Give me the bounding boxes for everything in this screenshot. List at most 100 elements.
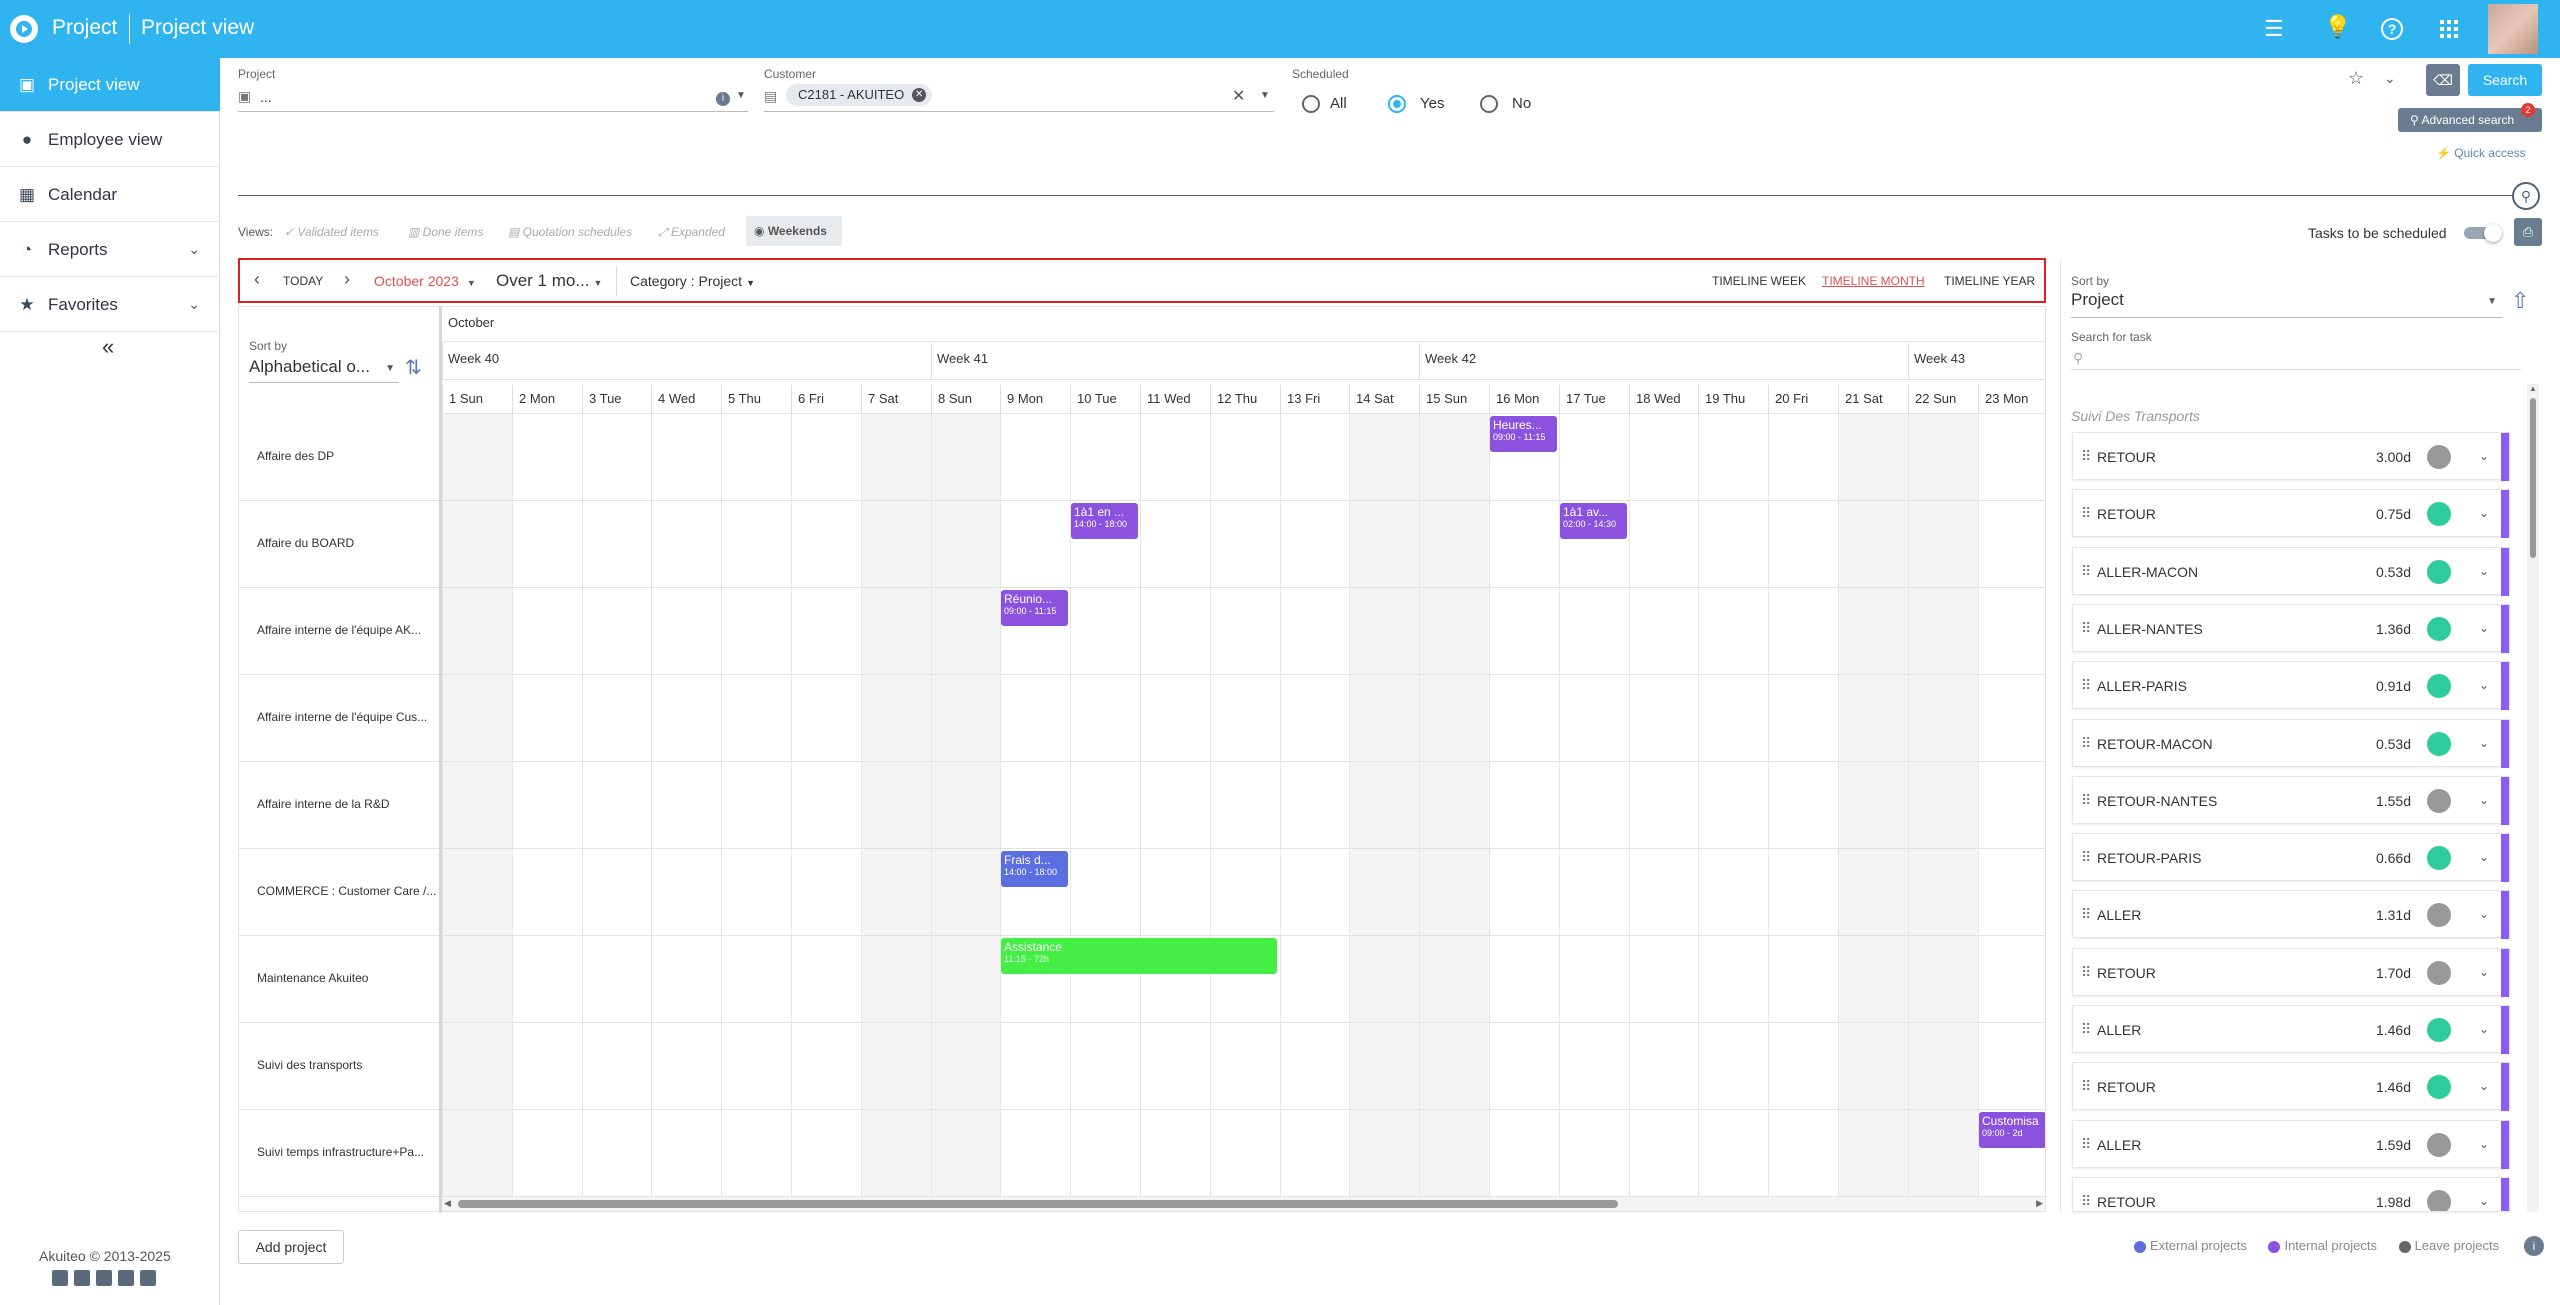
timeline-week-button[interactable]: TIMELINE WEEK [1712,274,1806,288]
chevron-down-icon[interactable]: ⌄ [2479,1079,2489,1093]
chip-remove-icon[interactable]: ✕ [912,88,927,102]
social-icon[interactable] [96,1270,112,1286]
chevron-down-icon[interactable]: ⌄ [2479,965,2489,979]
drag-handle-icon[interactable]: ⠿ [2081,849,2091,866]
scroll-right-icon[interactable]: ▶ [2036,1198,2043,1209]
info-icon[interactable]: i [2524,1236,2544,1256]
drag-handle-icon[interactable]: ⠿ [2081,1136,2091,1153]
scheduled-yes-radio[interactable]: Yes [1388,95,1444,114]
project-row-label[interactable]: Affaire interne de l'équipe AK... [239,623,439,637]
chevron-down-icon[interactable]: ⌄ [2479,793,2489,807]
chevron-down-icon[interactable]: ⌄ [2384,70,2396,87]
chevron-down-icon[interactable]: ⌄ [2479,850,2489,864]
view-quotation-schedules[interactable]: ▤ Quotation schedules [508,225,632,239]
star-icon[interactable]: ☆ [2348,68,2364,89]
chevron-down-icon[interactable]: ⌄ [2479,736,2489,750]
task-item[interactable]: ⠿ ALLER-MACON 0.53d ⌄ [2072,547,2510,596]
chevron-down-icon[interactable]: ⌄ [2479,506,2489,520]
calendar-event[interactable]: 1à1 en ... 14:00 - 18:00 [1071,503,1138,539]
task-item[interactable]: ⠿ RETOUR 1.46d ⌄ [2072,1062,2510,1111]
search-button[interactable]: Search [2468,64,2542,96]
calendar-event[interactable]: 1à1 av... 02:00 - 14:30 [1560,503,1627,539]
radio-button[interactable] [1388,95,1406,114]
scrollbar-thumb[interactable] [458,1200,1618,1208]
drag-handle-icon[interactable]: ⠿ [2081,1021,2091,1038]
task-item[interactable]: ⠿ ALLER 1.46d ⌄ [2072,1005,2510,1054]
task-item[interactable]: ⠿ ALLER-NANTES 1.36d ⌄ [2072,604,2510,653]
chevron-down-icon[interactable]: ⌄ [2479,621,2489,635]
info-icon[interactable]: i [716,92,730,106]
task-item[interactable]: ⠿ RETOUR-NANTES 1.55d ⌄ [2072,776,2510,825]
drag-handle-icon[interactable]: ⠿ [2081,906,2091,923]
chevron-down-icon[interactable]: ⌄ [2479,907,2489,921]
task-item[interactable]: ⠿ RETOUR 0.75d ⌄ [2072,489,2510,538]
help-icon[interactable]: ? [2381,18,2403,40]
eraser-button[interactable]: ⌫ [2426,64,2460,96]
chevron-down-icon[interactable]: ⌄ [2479,1022,2489,1036]
social-icon[interactable] [140,1270,156,1286]
panel-sort-select[interactable]: Project ▼ [2071,290,2503,318]
sidebar-item-favorites[interactable]: ★ Favorites ⌄ [0,278,220,332]
scrollbar-thumb[interactable] [2530,398,2536,558]
project-filter-field[interactable]: ▣ ... i ▼ [238,84,748,112]
calendar-event[interactable]: Heures... 09:00 - 11:15 [1490,416,1557,452]
month-selector[interactable]: October 2023 ▼ [374,273,476,289]
view-done-items[interactable]: ▥ Done items [408,225,483,239]
next-arrow-icon[interactable]: › [344,269,350,290]
print-button[interactable]: ⎙ [2514,218,2542,246]
drag-handle-icon[interactable]: ⠿ [2081,1078,2091,1095]
calendar-event[interactable]: Assistance 11:15 - 72h [1001,938,1277,974]
project-row-label[interactable]: Suivi temps infrastructure+Pa... [239,1145,439,1159]
lightbulb-icon[interactable]: 💡 [2324,14,2351,40]
sidebar-item-reports[interactable]: ◔ Reports ⌄ [0,223,220,277]
sidebar-item-project-view[interactable]: ▣ Project view [0,58,220,112]
scroll-up-icon[interactable]: ▲ [2529,384,2537,393]
scheduled-no-radio[interactable]: No [1480,95,1531,114]
drag-handle-icon[interactable]: ⠿ [2081,677,2091,694]
drag-handle-icon[interactable]: ⠿ [2081,505,2091,522]
apps-grid-icon[interactable] [2440,20,2458,38]
task-search-input[interactable]: ⚲ [2071,346,2521,370]
chevron-down-icon[interactable]: ⌄ [2479,678,2489,692]
scroll-left-icon[interactable]: ◀ [444,1198,451,1209]
view-expanded[interactable]: ⤢ Expanded [658,225,725,240]
drag-handle-icon[interactable]: ⠿ [2081,448,2091,465]
today-button[interactable]: TODAY [283,274,323,288]
calendar-event[interactable]: Frais d... 14:00 - 18:00 [1001,851,1068,887]
sidebar-item-employee-view[interactable]: ● Employee view [0,113,220,167]
panel-scrollbar[interactable]: ▲ [2527,384,2539,1212]
timeline-month-button[interactable]: TIMELINE MONTH [1822,274,1925,288]
drag-handle-icon[interactable]: ⠿ [2081,792,2091,809]
radio-button[interactable] [1480,95,1498,114]
project-row-label[interactable]: Affaire du BOARD [239,536,439,550]
chevron-down-icon[interactable]: ⌄ [2479,1194,2489,1208]
drag-handle-icon[interactable]: ⠿ [2081,1193,2091,1210]
project-row-label[interactable]: Suivi des transports [239,1058,439,1072]
chevron-down-icon[interactable]: ⌄ [2479,449,2489,463]
task-item[interactable]: ⠿ RETOUR 3.00d ⌄ [2072,432,2510,481]
avatar[interactable] [2488,4,2538,54]
social-icon[interactable] [118,1270,134,1286]
task-item[interactable]: ⠿ RETOUR-PARIS 0.66d ⌄ [2072,833,2510,882]
view-validated-items[interactable]: ✓ Validated items [284,225,379,239]
calendar-event[interactable]: Réunio... 09:00 - 11:15 [1001,590,1068,626]
drag-handle-icon[interactable]: ⠿ [2081,620,2091,637]
social-icon[interactable] [74,1270,90,1286]
dropdown-caret-icon[interactable]: ▼ [736,90,746,101]
calendar-event[interactable]: Customisa 09:00 - 2d [1979,1112,2045,1148]
chevron-down-icon[interactable]: ⌄ [2479,1137,2489,1151]
dropdown-caret-icon[interactable]: ▼ [1260,90,1270,101]
drag-handle-icon[interactable]: ⠿ [2081,735,2091,752]
app-logo-icon[interactable] [10,15,38,43]
project-row-label[interactable]: Affaire des DP [239,449,439,463]
collapse-sidebar-icon[interactable]: « [102,334,114,360]
project-row-label[interactable]: Affaire interne de l'équipe Cus... [239,710,439,724]
task-item[interactable]: ⠿ ALLER 1.59d ⌄ [2072,1120,2510,1169]
sort-ascending-icon[interactable]: ⇧ [2511,288,2529,314]
filters-icon[interactable]: ☰ [2264,16,2284,42]
view-weekends[interactable]: ◉ Weekends [746,216,842,246]
project-row-label[interactable]: Affaire interne de la R&D [239,797,439,811]
prev-arrow-icon[interactable]: ‹ [254,269,260,290]
add-project-button[interactable]: Add project [238,1230,344,1264]
sidebar-item-calendar[interactable]: ▦ Calendar [0,168,220,222]
